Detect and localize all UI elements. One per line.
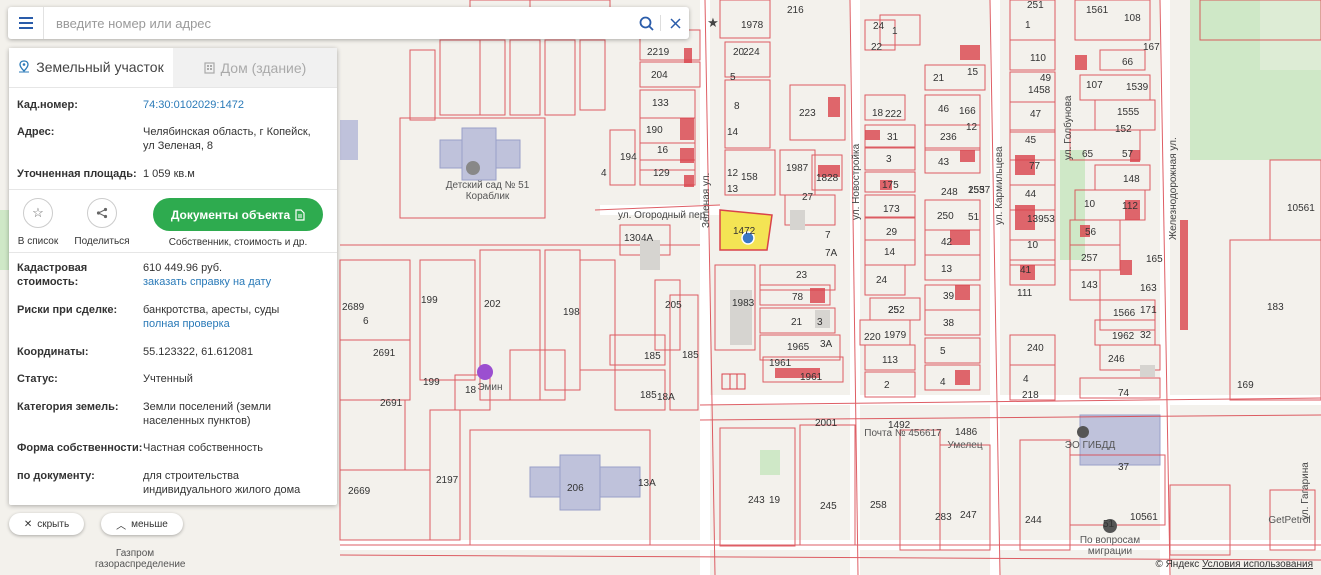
purpose-row: по документу: для строительства индивиду… bbox=[9, 469, 337, 497]
add-to-list-label: В список bbox=[17, 236, 59, 247]
map-pin-icon bbox=[19, 60, 30, 73]
search-bar bbox=[8, 7, 689, 39]
ownership-label: Форма собственности: bbox=[17, 442, 143, 454]
status-row: Статус: Учтенный bbox=[9, 372, 337, 386]
close-icon: ✕ bbox=[23, 518, 33, 530]
risks-row: Риски при сделке: банкротства, аресты, с… bbox=[9, 303, 337, 331]
add-to-list-button[interactable]: ☆ В список bbox=[9, 198, 67, 247]
tab-building[interactable]: Дом (здание) bbox=[173, 48, 337, 87]
cadastral-number-label: Кад.номер: bbox=[17, 99, 78, 111]
search-button[interactable] bbox=[632, 7, 660, 39]
star-icon: ★ bbox=[707, 15, 719, 30]
chevron-up-icon: ︿ bbox=[116, 520, 127, 532]
map-attribution: © Яндекс Условия использования bbox=[1155, 559, 1313, 570]
parcel-info-panel: Земельный участок Дом (здание) Кад.номер… bbox=[9, 48, 337, 505]
share-label: Поделиться bbox=[74, 236, 130, 247]
risks-label: Риски при сделке: bbox=[17, 304, 118, 316]
tab-land-plot[interactable]: Земельный участок bbox=[9, 48, 173, 87]
hamburger-icon bbox=[18, 22, 33, 24]
search-icon bbox=[639, 16, 654, 31]
cadastral-value-row: Кадастровая стоимость: 610 449.96 руб. з… bbox=[9, 261, 337, 289]
terms-link[interactable]: Условия использования bbox=[1202, 559, 1313, 570]
purpose-label: по документу: bbox=[17, 470, 95, 482]
share-button[interactable]: Поделиться bbox=[73, 198, 131, 247]
favorites-button[interactable]: ★ bbox=[699, 9, 727, 37]
purpose-value: для строительства индивидуального жилого… bbox=[143, 470, 301, 496]
documents-subtitle: Собственник, стоимость и др. bbox=[168, 237, 308, 248]
order-certificate-link[interactable]: заказать справку на дату bbox=[143, 275, 271, 289]
land-category-label: Категория земель: bbox=[17, 401, 119, 413]
coordinates-value: 55.123322, 61.612081 bbox=[143, 346, 254, 358]
coordinates-row: Координаты: 55.123322, 61.612081 bbox=[9, 345, 337, 359]
address-label: Адрес: bbox=[17, 126, 55, 138]
documents-button-label: Документы объекта bbox=[170, 207, 291, 222]
hide-panel-button[interactable]: ✕ скрыть bbox=[9, 513, 84, 535]
ownership-value: Частная собственность bbox=[143, 442, 264, 454]
documents-button[interactable]: Документы объекта bbox=[153, 198, 323, 231]
ownership-row: Форма собственности: Частная собственнос… bbox=[9, 441, 337, 455]
area-label: Уточненная площадь: bbox=[17, 168, 137, 180]
collapse-panel-label: меньше bbox=[131, 518, 168, 530]
menu-button[interactable] bbox=[8, 7, 44, 39]
building-icon bbox=[204, 61, 215, 74]
collapse-panel-button[interactable]: ︿ меньше bbox=[101, 513, 183, 535]
hide-panel-label: скрыть bbox=[37, 518, 70, 530]
clear-search-button[interactable] bbox=[661, 7, 689, 39]
coordinates-label: Координаты: bbox=[17, 346, 89, 358]
area-row: Уточненная площадь: 1 059 кв.м bbox=[9, 167, 337, 181]
land-category-value: Земли поселений (земли населенных пункто… bbox=[143, 401, 272, 427]
cadastral-number-row: Кад.номер: 74:30:0102029:1472 bbox=[9, 98, 337, 112]
address-row: Адрес: Челябинская область, г Копейск, у… bbox=[9, 125, 337, 153]
panel-actions: ☆ В список Поделиться Документы объекта … bbox=[9, 190, 337, 252]
address-value: Челябинская область, г Копейск, ул Зелен… bbox=[143, 126, 311, 152]
status-value: Учтенный bbox=[143, 373, 193, 385]
close-icon bbox=[669, 17, 681, 29]
documents-block: Документы объекта Собственник, стоимость… bbox=[153, 198, 323, 248]
status-label: Статус: bbox=[17, 373, 58, 385]
cadastral-number-link[interactable]: 74:30:0102029:1472 bbox=[143, 98, 244, 112]
copyright-text: © Яндекс bbox=[1155, 559, 1200, 570]
share-icon bbox=[87, 198, 117, 228]
tab-land-plot-label: Земельный участок bbox=[36, 58, 164, 75]
cadastral-value-label: Кадастровая стоимость: bbox=[17, 262, 88, 288]
area-value: 1 059 кв.м bbox=[143, 168, 195, 180]
risks-value: банкротства, аресты, суды bbox=[143, 304, 280, 316]
full-check-link[interactable]: полная проверка bbox=[143, 317, 279, 331]
search-input[interactable] bbox=[44, 8, 632, 38]
panel-divider bbox=[9, 252, 337, 253]
cadastral-value-amount: 610 449.96 руб. bbox=[143, 262, 223, 274]
panel-tabs: Земельный участок Дом (здание) bbox=[9, 48, 337, 88]
land-category-row: Категория земель: Земли поселений (земли… bbox=[9, 400, 337, 428]
tab-building-label: Дом (здание) bbox=[220, 59, 307, 76]
document-icon bbox=[295, 208, 305, 221]
star-outline-icon: ☆ bbox=[23, 198, 53, 228]
